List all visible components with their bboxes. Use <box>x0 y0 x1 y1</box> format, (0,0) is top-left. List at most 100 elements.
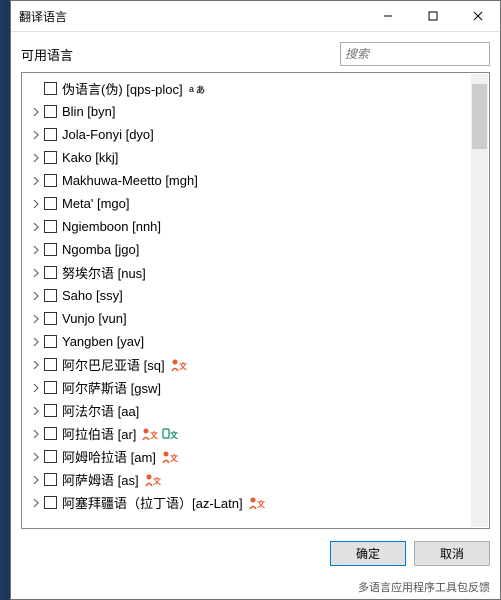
expander-icon[interactable] <box>28 242 44 258</box>
tree-item[interactable]: 伪语言(伪) [qps-ploc] aあ <box>22 77 489 100</box>
checkbox[interactable] <box>44 289 57 302</box>
item-icons: 文 <box>171 358 187 372</box>
expander-icon[interactable] <box>28 127 44 143</box>
checkbox[interactable] <box>44 128 57 141</box>
cancel-button[interactable]: 取消 <box>414 541 490 566</box>
dialog-content: 可用语言 伪语言(伪) [qps-ploc] aあ Blin [byn] Jola-F… <box>11 32 500 529</box>
language-label: Ngiemboon [nnh] <box>62 219 161 234</box>
expander-icon[interactable] <box>28 288 44 304</box>
checkbox[interactable] <box>44 82 57 95</box>
titlebar[interactable]: 翻译语言 <box>11 1 500 32</box>
svg-text:a: a <box>189 84 195 94</box>
tree-item[interactable]: Ngomba [jgo] <box>22 238 489 261</box>
search-input[interactable] <box>340 42 490 66</box>
checkbox[interactable] <box>44 404 57 417</box>
svg-text:文: 文 <box>170 430 178 440</box>
expander-icon[interactable] <box>28 380 44 396</box>
expander-icon[interactable] <box>28 219 44 235</box>
tree-item[interactable]: Vunjo [vun] <box>22 307 489 330</box>
checkbox[interactable] <box>44 151 57 164</box>
checkbox[interactable] <box>44 473 57 486</box>
expander-icon[interactable] <box>28 196 44 212</box>
tree-item[interactable]: Kako [kkj] <box>22 146 489 169</box>
language-label: Ngomba [jgo] <box>62 242 139 257</box>
tree-item[interactable]: 阿萨姆语 [as] 文 <box>22 468 489 491</box>
tree-item[interactable]: Makhuwa-Meetto [mgh] <box>22 169 489 192</box>
tree-item[interactable]: Jola-Fonyi [dyo] <box>22 123 489 146</box>
expander-icon[interactable] <box>28 173 44 189</box>
provider-orange-icon: 文 <box>142 427 158 441</box>
dialog-window: 翻译语言 可用语言 伪语言(伪) [qps-ploc] aあ Blin [byn] J… <box>10 0 501 600</box>
checkbox[interactable] <box>44 174 57 187</box>
minimize-button[interactable] <box>365 1 410 31</box>
expander-icon[interactable] <box>28 357 44 373</box>
language-label: Blin [byn] <box>62 104 115 119</box>
checkbox[interactable] <box>44 427 57 440</box>
language-label: 阿尔萨斯语 [gsw] <box>62 378 161 397</box>
language-label: 阿萨姆语 [as] <box>62 470 139 489</box>
tree-item[interactable]: Saho [ssy] <box>22 284 489 307</box>
checkbox[interactable] <box>44 335 57 348</box>
svg-text:あ: あ <box>196 85 205 95</box>
tree-item[interactable]: 阿尔萨斯语 [gsw] <box>22 376 489 399</box>
expander-icon[interactable] <box>28 449 44 465</box>
checkbox[interactable] <box>44 358 57 371</box>
maximize-button[interactable] <box>410 1 455 31</box>
translate-icon: aあ <box>189 82 205 96</box>
item-icons: 文文 <box>142 427 178 441</box>
checkbox[interactable] <box>44 243 57 256</box>
language-label: 阿拉伯语 [ar] <box>62 424 136 443</box>
expander-icon[interactable] <box>28 495 44 511</box>
item-icons: 文 <box>145 473 161 487</box>
tree-item[interactable]: 努埃尔语 [nus] <box>22 261 489 284</box>
tree-item[interactable]: 阿尔巴尼亚语 [sq] 文 <box>22 353 489 376</box>
tree-item[interactable]: Ngiemboon [nnh] <box>22 215 489 238</box>
language-label: Yangben [yav] <box>62 334 144 349</box>
item-icons: 文 <box>249 496 265 510</box>
language-label: Makhuwa-Meetto [mgh] <box>62 173 198 188</box>
tree-item[interactable]: 阿塞拜疆语（拉丁语）[az-Latn]文 <box>22 491 489 514</box>
scroll-thumb[interactable] <box>472 84 487 149</box>
close-button[interactable] <box>455 1 500 31</box>
checkbox[interactable] <box>44 266 57 279</box>
tree-item[interactable]: Blin [byn] <box>22 100 489 123</box>
available-languages-label: 可用语言 <box>21 45 340 64</box>
tree-item[interactable]: Meta' [mgo] <box>22 192 489 215</box>
svg-text:文: 文 <box>170 453 178 463</box>
expander-spacer <box>28 81 44 97</box>
language-label: 阿尔巴尼亚语 [sq] <box>62 355 165 374</box>
tree-item[interactable]: 阿拉伯语 [ar]文文 <box>22 422 489 445</box>
ok-button[interactable]: 确定 <box>330 541 406 566</box>
provider-orange-icon: 文 <box>162 450 178 464</box>
language-label: Kako [kkj] <box>62 150 118 165</box>
tree-item[interactable]: Yangben [yav] <box>22 330 489 353</box>
checkbox[interactable] <box>44 197 57 210</box>
provider-orange-icon: 文 <box>249 496 265 510</box>
language-label: Jola-Fonyi [dyo] <box>62 127 154 142</box>
expander-icon[interactable] <box>28 104 44 120</box>
language-label: Meta' [mgo] <box>62 196 130 211</box>
provider-teal-icon: 文 <box>162 427 178 441</box>
language-label: 伪语言(伪) [qps-ploc] <box>62 79 183 98</box>
expander-icon[interactable] <box>28 334 44 350</box>
checkbox[interactable] <box>44 450 57 463</box>
window-title: 翻译语言 <box>11 8 365 25</box>
expander-icon[interactable] <box>28 426 44 442</box>
scrollbar[interactable] <box>471 74 488 527</box>
expander-icon[interactable] <box>28 403 44 419</box>
provider-orange-icon: 文 <box>171 358 187 372</box>
expander-icon[interactable] <box>28 265 44 281</box>
expander-icon[interactable] <box>28 150 44 166</box>
expander-icon[interactable] <box>28 311 44 327</box>
checkbox[interactable] <box>44 105 57 118</box>
checkbox[interactable] <box>44 312 57 325</box>
item-icons: 文 <box>162 450 178 464</box>
checkbox[interactable] <box>44 381 57 394</box>
tree-item[interactable]: 阿法尔语 [aa] <box>22 399 489 422</box>
tree-item[interactable]: 阿姆哈拉语 [am]文 <box>22 445 489 468</box>
checkbox[interactable] <box>44 496 57 509</box>
feedback-link[interactable]: 多语言应用程序工具包反馈 <box>358 579 490 595</box>
svg-text:文: 文 <box>257 499 265 509</box>
checkbox[interactable] <box>44 220 57 233</box>
expander-icon[interactable] <box>28 472 44 488</box>
